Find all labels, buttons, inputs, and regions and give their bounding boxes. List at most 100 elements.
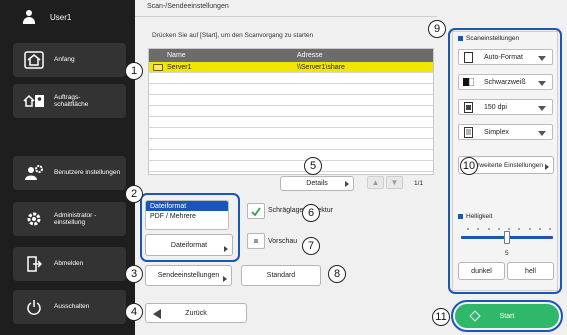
- table-row-empty: [149, 117, 433, 128]
- send-settings-button[interactable]: Sendeeinstellungen: [145, 265, 232, 286]
- back-label: Zurück: [185, 309, 207, 317]
- table-row-empty: [149, 161, 433, 172]
- title-divider: [135, 16, 437, 17]
- start-diamond-icon: [469, 310, 481, 322]
- resolution-dropdown[interactable]: 150 dpi: [458, 99, 553, 115]
- callout-8: 8: [328, 265, 346, 283]
- black-white-icon: [462, 78, 474, 86]
- callout-10: 10: [460, 157, 478, 175]
- unchecked-icon: [254, 239, 258, 243]
- file-format-label: Dateiformat: [170, 241, 208, 249]
- logout-button[interactable]: Abmelden: [13, 247, 126, 281]
- power-icon: [22, 299, 46, 315]
- column-header-name: Name: [167, 52, 186, 59]
- chevron-down-icon: ▼: [390, 178, 399, 187]
- page-title: Scan-/Sendeeinstellungen: [147, 3, 229, 10]
- admin-settings-label: Administrator - einstellung: [54, 211, 97, 226]
- page-indicator: 1/1: [414, 180, 424, 187]
- power-off-button[interactable]: Ausschalten: [13, 290, 126, 324]
- paper-size-dropdown[interactable]: Auto-Format: [458, 49, 553, 65]
- admin-settings-button[interactable]: Administrator - einstellung: [13, 202, 126, 236]
- user-info: User1: [0, 0, 135, 34]
- simplex-icon: [462, 126, 474, 138]
- chevron-right-icon: [345, 181, 349, 187]
- callout-9: 9: [428, 20, 446, 38]
- format-option-selected[interactable]: Dateiformat: [146, 201, 228, 211]
- color-mode-dropdown[interactable]: Schwarzweiß: [458, 74, 553, 90]
- file-format-button[interactable]: Dateiformat: [145, 234, 233, 256]
- details-button[interactable]: Details: [280, 176, 354, 191]
- user-name: User1: [50, 12, 72, 22]
- duplex-value: Simplex: [484, 128, 509, 136]
- callout-7: 7: [302, 237, 320, 255]
- table-row-empty: [149, 73, 433, 84]
- brightness-heading-text: Helligkeit: [466, 213, 493, 220]
- sidebar: User1 Anfang Auftrags- schaltfläche Benu…: [0, 0, 135, 335]
- skew-correction-checkbox[interactable]: [247, 203, 265, 219]
- table-row[interactable]: Server1 \\Server1\share: [149, 62, 433, 73]
- back-button[interactable]: Zurück: [145, 303, 247, 323]
- table-row-empty: [149, 128, 433, 139]
- details-label: Details: [306, 180, 328, 187]
- brightness-ticks: [467, 228, 551, 230]
- standard-label: Standard: [266, 272, 296, 279]
- preview-checkbox[interactable]: [247, 233, 265, 249]
- duplex-dropdown[interactable]: Simplex: [458, 124, 553, 140]
- brightness-value: 5: [505, 250, 509, 257]
- send-settings-label: Sendeeinstellungen: [157, 272, 220, 279]
- table-header: Name Adresse: [149, 49, 433, 62]
- callout-2: 2: [125, 185, 143, 203]
- table-row-empty: [149, 150, 433, 161]
- checkmark-icon: [251, 206, 261, 216]
- callout-3: 3: [125, 265, 143, 283]
- table-row-empty: [149, 95, 433, 106]
- destination-table: Name Adresse Server1 \\Server1\share: [148, 48, 434, 175]
- home-button[interactable]: Anfang: [13, 43, 126, 77]
- home-icon: [22, 51, 46, 69]
- user-icon: [22, 10, 36, 24]
- chevron-down-icon: [538, 56, 546, 61]
- job-icon: [22, 93, 46, 109]
- chevron-down-icon: [538, 81, 546, 86]
- color-mode-value: Schwarzweiß: [484, 78, 526, 86]
- callout-5: 5: [304, 157, 322, 175]
- preview-label: Vorschau: [268, 238, 298, 245]
- heading-marker-icon: [458, 36, 463, 41]
- table-row-empty: [149, 139, 433, 150]
- advanced-settings-label: Erweiterte Einstellungen: [472, 161, 543, 169]
- start-button[interactable]: Start: [455, 304, 559, 328]
- resolution-value: 150 dpi: [484, 103, 507, 111]
- start-label: Start: [499, 312, 515, 320]
- callout-4: 4: [125, 303, 143, 321]
- page-icon: [462, 51, 474, 63]
- logout-icon: [22, 256, 46, 272]
- file-format-list[interactable]: Dateiformat PDF / Mehrere: [145, 200, 229, 230]
- darker-label: dunkel: [471, 267, 492, 275]
- scan-settings-heading-text: Scaneinstellungen: [466, 35, 520, 42]
- user-settings-label: Benutzere instellungen: [54, 169, 121, 177]
- lighter-button[interactable]: hell: [507, 262, 554, 280]
- column-header-address: Adresse: [297, 52, 323, 59]
- page-down-button[interactable]: ▼: [386, 176, 403, 189]
- callout-11: 11: [432, 308, 450, 326]
- chevron-right-icon: [545, 164, 549, 170]
- chevron-down-icon: [538, 131, 546, 136]
- paper-size-value: Auto-Format: [484, 53, 523, 61]
- name-cell: Server1: [149, 63, 297, 71]
- callout-1: 1: [125, 62, 143, 80]
- skew-correction-label: Schräglage korrektur: [268, 207, 333, 214]
- brightness-slider-thumb[interactable]: [504, 231, 510, 244]
- user-settings-button[interactable]: Benutzere instellungen: [13, 156, 126, 190]
- job-button[interactable]: Auftrags- schaltfläche: [13, 84, 126, 118]
- folder-icon: [153, 63, 163, 71]
- back-arrow-icon: [153, 309, 161, 319]
- standard-button[interactable]: Standard: [241, 265, 321, 286]
- home-label: Anfang: [54, 56, 75, 64]
- brightness-heading: Helligkeit: [458, 213, 492, 220]
- table-row-empty: [149, 84, 433, 95]
- heading-marker-icon: [458, 214, 463, 219]
- darker-button[interactable]: dunkel: [458, 262, 505, 280]
- power-off-label: Ausschalten: [54, 303, 90, 311]
- format-option[interactable]: PDF / Mehrere: [146, 211, 228, 221]
- page-up-button[interactable]: ▲: [367, 176, 384, 189]
